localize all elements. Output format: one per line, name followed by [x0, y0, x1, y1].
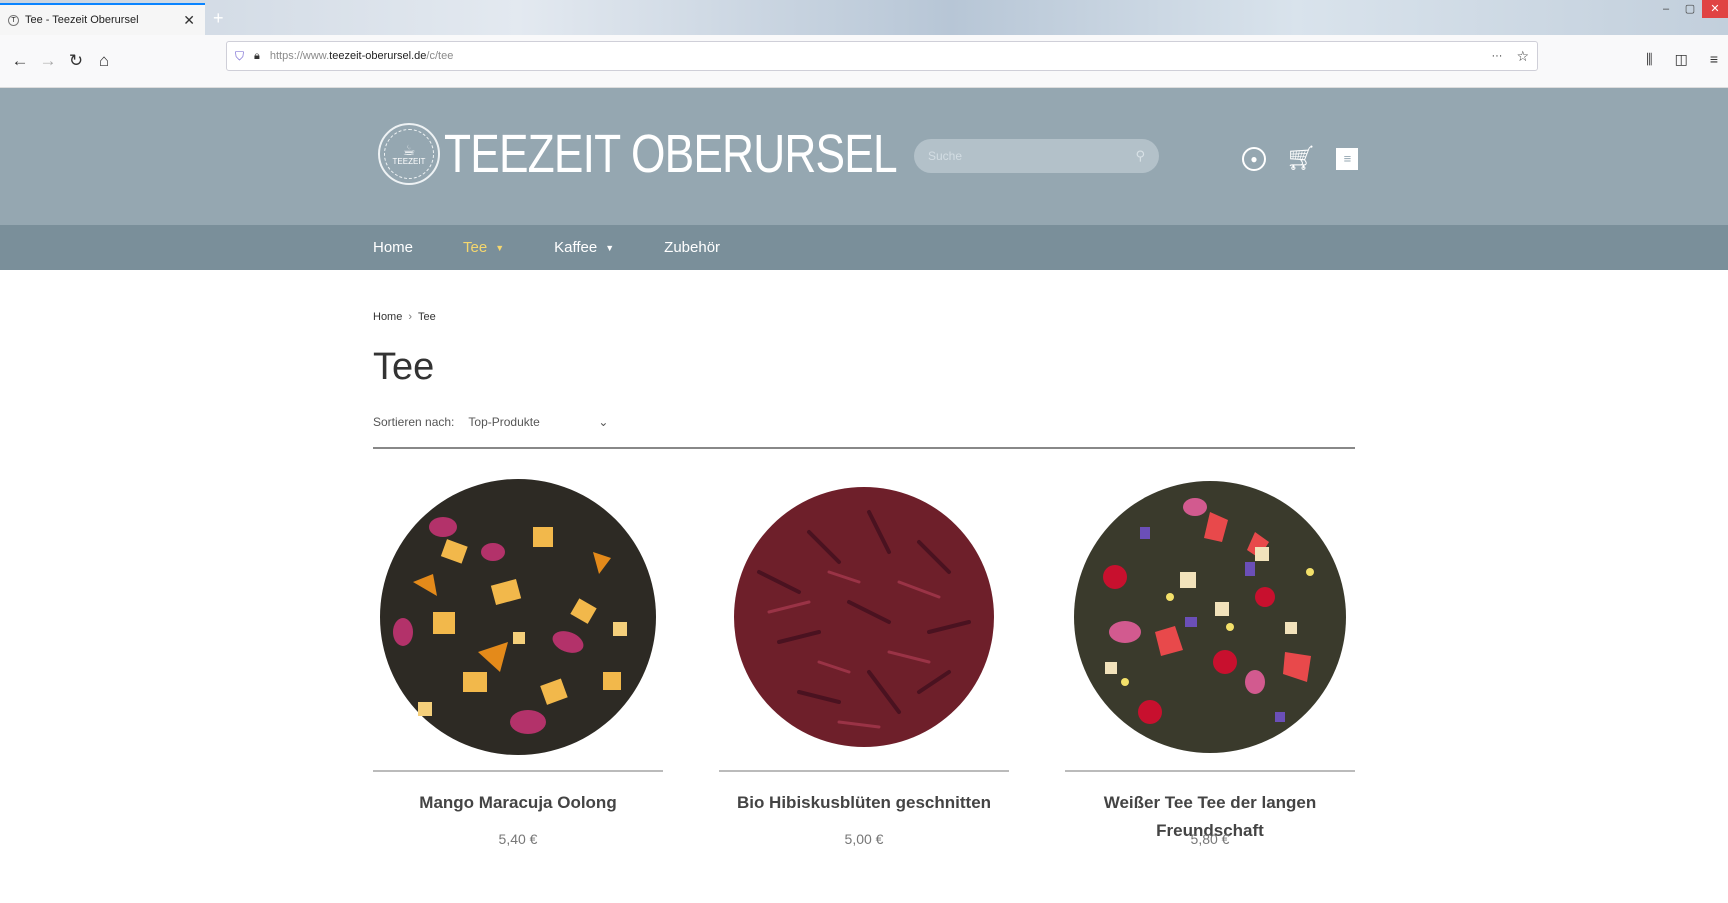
browser-tab-bar: T Tee - Teezeit Oberursel ✕ + – ▢ ✕ — [0, 0, 1728, 35]
product-price: 5,80 € — [1190, 831, 1230, 847]
back-icon[interactable]: ← — [8, 49, 32, 73]
breadcrumb-separator-icon: › — [408, 311, 413, 323]
breadcrumb: Home › Tee — [373, 311, 436, 323]
site-header: ☕︎ TEEZEIT TEEZEIT OBERURSEL ⚲ ● 🛒︎ ≡ — [0, 88, 1728, 225]
library-icon[interactable]: ⫼ — [1646, 51, 1652, 68]
lock-icon[interactable]: 🔒︎ — [254, 50, 260, 63]
page-actions-icon[interactable]: ··· — [1491, 50, 1502, 62]
logo-text: TEEZEIT OBERURSEL — [444, 124, 898, 184]
nav-item-zubehoer[interactable]: Zubehör — [664, 239, 720, 256]
nav-item-tee[interactable]: Tee ▼ — [463, 239, 504, 256]
browser-tab[interactable]: T Tee - Teezeit Oberursel ✕ — [0, 3, 205, 35]
toolbar-right: ⫼ ◫ ≡ — [1646, 51, 1718, 68]
logo-seal-text: TEEZEIT — [392, 156, 426, 166]
breadcrumb-current[interactable]: Tee — [418, 311, 436, 323]
search-icon[interactable]: ⚲ — [1135, 148, 1145, 164]
address-bar[interactable]: ⛉ 🔒︎ https://www.teezeit-oberursel.de/c/… — [226, 41, 1538, 71]
browser-nav-bar: ← → ↻ ⌂ ⛉ 🔒︎ https://www.teezeit-oberurs… — [0, 35, 1728, 88]
nav-item-kaffee[interactable]: Kaffee ▼ — [554, 239, 614, 256]
menu-icon[interactable]: ≡ — [1710, 51, 1718, 68]
product-name[interactable]: Bio Hibiskusblüten geschnitten — [719, 789, 1009, 817]
page-title: Tee — [373, 346, 435, 388]
minimize-icon[interactable]: – — [1654, 0, 1678, 18]
product-price: 5,00 € — [844, 831, 884, 847]
sort-label: Sortieren nach: — [373, 415, 455, 429]
product-image[interactable] — [719, 472, 1009, 762]
home-icon[interactable]: ⌂ — [92, 49, 116, 73]
account-icon[interactable]: ● — [1242, 146, 1266, 171]
bookmark-star-icon[interactable]: ☆ — [1516, 48, 1529, 65]
maximize-icon[interactable]: ▢ — [1678, 0, 1702, 18]
close-tab-icon[interactable]: ✕ — [181, 12, 197, 29]
new-tab-button[interactable]: + — [213, 8, 224, 29]
product-name[interactable]: Mango Maracuja Oolong — [373, 789, 663, 817]
site-logo[interactable]: ☕︎ TEEZEIT TEEZEIT OBERURSEL — [378, 123, 996, 185]
search-input[interactable] — [928, 149, 1136, 163]
sort-select[interactable]: Top-Produkte — [468, 415, 598, 429]
card-divider — [1065, 770, 1355, 772]
reload-icon[interactable]: ↻ — [64, 49, 88, 73]
sidebar-icon[interactable]: ◫ — [1675, 51, 1688, 68]
product-card[interactable]: Mango Maracuja Oolong 5,40 € — [373, 472, 663, 847]
window-controls: – ▢ ✕ — [1654, 0, 1728, 22]
favicon-icon: T — [8, 14, 19, 26]
breadcrumb-home[interactable]: Home — [373, 311, 402, 323]
tracking-shield-icon[interactable]: ⛉ — [235, 49, 244, 64]
chevron-down-icon[interactable]: ⌄ — [598, 415, 608, 429]
cart-icon[interactable]: 🛒︎ — [1286, 144, 1316, 173]
menu-toggle-icon[interactable]: ≡ — [1336, 147, 1359, 170]
caret-down-icon: ▼ — [605, 242, 615, 253]
product-image[interactable] — [373, 472, 663, 762]
card-divider — [373, 770, 663, 772]
nav-label: Home — [373, 239, 414, 256]
nav-item-home[interactable]: Home — [373, 239, 413, 256]
product-price: 5,40 € — [498, 831, 538, 847]
logo-seal-icon: ☕︎ TEEZEIT — [378, 123, 440, 185]
caret-down-icon: ▼ — [495, 242, 505, 253]
header-actions: ● 🛒︎ ≡ — [1242, 144, 1359, 173]
product-grid: Mango Maracuja Oolong 5,40 € Bio Hibisku… — [373, 472, 1355, 847]
window-close-icon[interactable]: ✕ — [1702, 0, 1728, 18]
sort-bar: Sortieren nach: Top-Produkte ⌄ — [373, 415, 1355, 449]
search-box[interactable]: ⚲ — [914, 139, 1159, 173]
main-navigation: Home Tee ▼ Kaffee ▼ Zubehör — [0, 225, 1728, 270]
forward-icon[interactable]: → — [36, 49, 60, 73]
nav-label: Zubehör — [664, 239, 721, 256]
url-text: https://www.teezeit-oberursel.de/c/tee — [269, 50, 454, 62]
tab-title: Tee - Teezeit Oberursel — [25, 14, 139, 26]
card-divider — [719, 770, 1009, 772]
nav-label: Tee — [463, 239, 488, 256]
nav-label: Kaffee — [554, 239, 598, 256]
product-card[interactable]: Bio Hibiskusblüten geschnitten 5,00 € — [719, 472, 1009, 847]
product-card[interactable]: Weißer Tee Tee der langen Freundschaft 5… — [1065, 472, 1355, 847]
product-image[interactable] — [1065, 472, 1355, 762]
